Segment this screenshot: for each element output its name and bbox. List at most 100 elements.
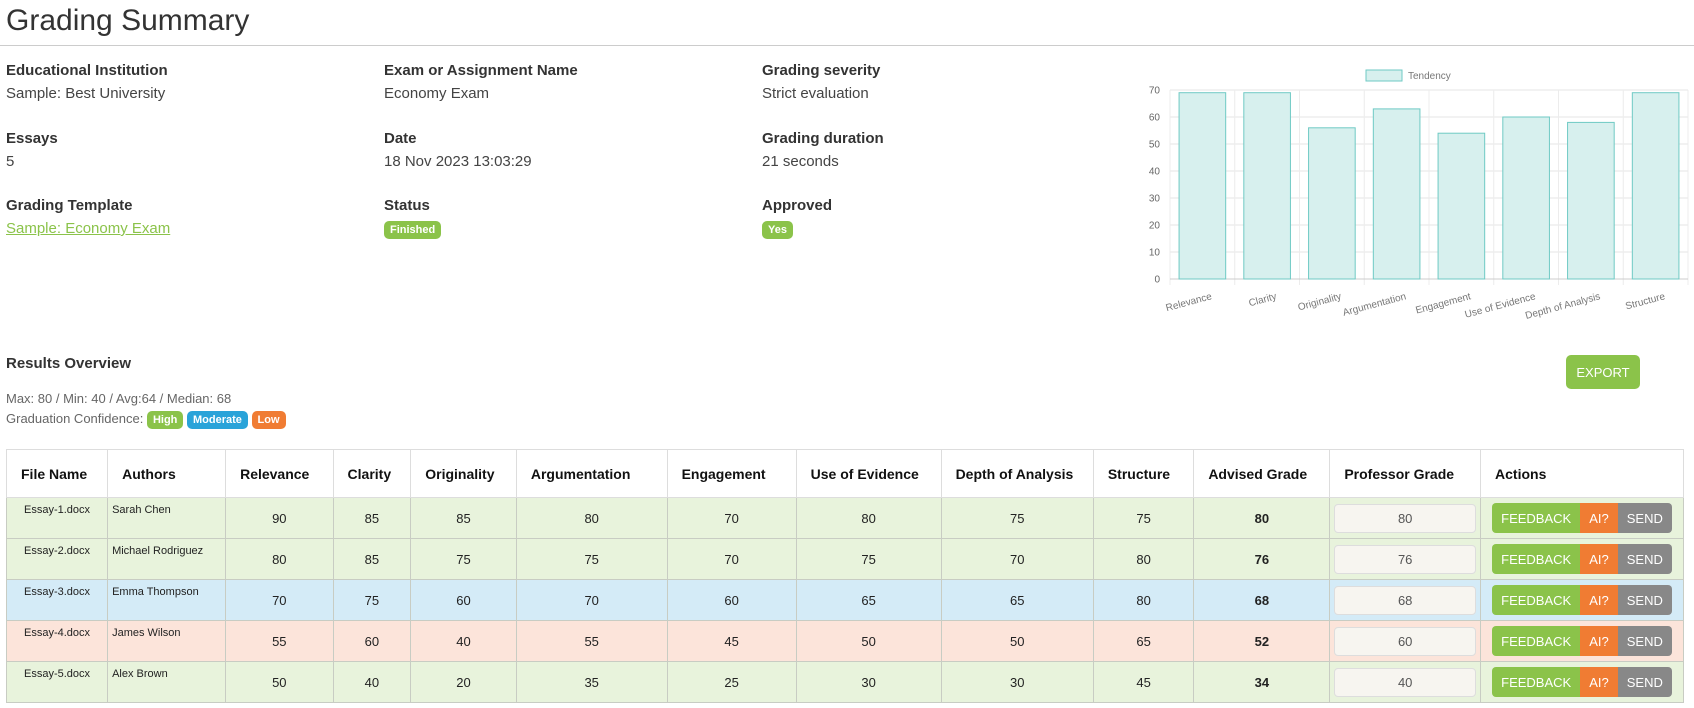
column-header: Structure bbox=[1092, 449, 1195, 498]
exam-label: Exam or Assignment Name bbox=[384, 62, 578, 79]
table-row: Essay-2.docx Michael Rodriguez 80 85 75 75 70 7… bbox=[5, 538, 1684, 580]
author-cell: James Wilson bbox=[107, 620, 227, 662]
column-header: Engagement bbox=[666, 449, 797, 498]
approved-badge: Yes bbox=[762, 221, 793, 239]
table-header-row: File Name Authors Relevance Clarity Original… bbox=[5, 449, 1684, 498]
feedback-button[interactable]: FEEDBACK bbox=[1492, 544, 1581, 574]
professor-grade-cell bbox=[1329, 497, 1482, 539]
advised-grade-cell: 80 bbox=[1193, 497, 1331, 539]
column-header: Originality bbox=[410, 449, 517, 498]
page-title: Grading Summary bbox=[6, 4, 250, 37]
score-cell: 70 bbox=[666, 538, 797, 580]
column-header: Use of Evidence bbox=[795, 449, 942, 498]
professor-grade-cell bbox=[1329, 620, 1482, 662]
table-row: Essay-3.docx Emma Thompson 70 75 60 70 60 65 65 8… bbox=[5, 579, 1684, 621]
actions-cell: FEEDBACK AI? SEND bbox=[1480, 497, 1684, 539]
duration-value: 21 seconds bbox=[762, 153, 839, 170]
ai-check-button[interactable]: AI? bbox=[1580, 544, 1618, 574]
x-tick-label: Clarity bbox=[1248, 291, 1278, 309]
score-cell: 80 bbox=[225, 538, 334, 580]
status-field: Status Finished bbox=[384, 197, 734, 239]
ai-check-button[interactable]: AI? bbox=[1580, 585, 1618, 615]
table-row: Essay-5.docx Alex Brown 50 40 20 35 25 30 30 45 34… bbox=[5, 661, 1684, 703]
ai-check-button[interactable]: AI? bbox=[1580, 503, 1618, 533]
bar-depth-of-analysis bbox=[1567, 121, 1615, 280]
feedback-button[interactable]: FEEDBACK bbox=[1492, 503, 1581, 533]
status-badge: Finished bbox=[384, 221, 442, 239]
professor-grade-cell bbox=[1329, 661, 1482, 703]
send-button[interactable]: SEND bbox=[1617, 626, 1672, 656]
score-cell: 65 bbox=[1092, 620, 1195, 662]
score-cell: 50 bbox=[795, 620, 942, 662]
score-cell: 60 bbox=[332, 620, 412, 662]
score-cell: 80 bbox=[1092, 538, 1195, 580]
status-label: Status bbox=[384, 197, 430, 214]
score-cell: 75 bbox=[940, 497, 1094, 539]
exam-value: Economy Exam bbox=[384, 85, 490, 102]
duration-field: Grading duration 21 seconds bbox=[762, 130, 1112, 170]
score-cell: 45 bbox=[666, 620, 797, 662]
score-cell: 85 bbox=[332, 538, 412, 580]
institution-value: Sample: Best University bbox=[6, 85, 166, 102]
professor-grade-input[interactable] bbox=[1334, 585, 1477, 615]
action-button-group: FEEDBACK AI? SEND bbox=[1492, 503, 1672, 533]
column-header: Actions bbox=[1480, 449, 1684, 498]
template-label: Grading Template bbox=[6, 197, 133, 214]
score-cell: 85 bbox=[410, 497, 517, 539]
date-label: Date bbox=[384, 130, 417, 147]
score-cell: 80 bbox=[795, 497, 942, 539]
y-tick-label: 60 bbox=[1149, 113, 1161, 124]
confidence-low-badge: Low bbox=[251, 411, 286, 429]
author-cell: Emma Thompson bbox=[107, 579, 227, 621]
professor-grade-cell bbox=[1329, 538, 1482, 580]
template-link[interactable]: Sample: Economy Exam bbox=[6, 220, 170, 237]
y-tick-label: 10 bbox=[1149, 248, 1161, 259]
feedback-button[interactable]: FEEDBACK bbox=[1492, 667, 1581, 697]
export-button[interactable]: EXPORT bbox=[1566, 355, 1640, 389]
score-cell: 80 bbox=[515, 497, 668, 539]
send-button[interactable]: SEND bbox=[1617, 544, 1672, 574]
essays-label: Essays bbox=[6, 130, 58, 147]
score-cell: 75 bbox=[515, 538, 668, 580]
ai-check-button[interactable]: AI? bbox=[1580, 626, 1618, 656]
score-cell: 40 bbox=[332, 661, 412, 703]
professor-grade-input[interactable] bbox=[1334, 503, 1477, 533]
severity-field: Grading severity Strict evaluation bbox=[762, 62, 1112, 102]
professor-grade-input[interactable] bbox=[1334, 667, 1477, 697]
send-button[interactable]: SEND bbox=[1617, 503, 1672, 533]
institution-label: Educational Institution bbox=[6, 62, 168, 79]
feedback-button[interactable]: FEEDBACK bbox=[1492, 626, 1581, 656]
send-button[interactable]: SEND bbox=[1617, 585, 1672, 615]
score-cell: 40 bbox=[410, 620, 517, 662]
bar-use-of-evidence bbox=[1502, 116, 1550, 280]
column-header: File Name bbox=[5, 449, 109, 498]
file-name-cell: Essay-2.docx bbox=[5, 538, 109, 580]
professor-grade-input[interactable] bbox=[1334, 626, 1477, 656]
bar-relevance bbox=[1178, 92, 1227, 280]
ai-check-button[interactable]: AI? bbox=[1580, 667, 1618, 697]
file-name-cell: Essay-3.docx bbox=[5, 579, 109, 621]
score-cell: 70 bbox=[225, 579, 334, 621]
send-button[interactable]: SEND bbox=[1617, 667, 1672, 697]
y-tick-label: 0 bbox=[1154, 275, 1160, 286]
action-button-group: FEEDBACK AI? SEND bbox=[1492, 626, 1672, 656]
bar-clarity bbox=[1243, 92, 1291, 280]
file-name-cell: Essay-4.docx bbox=[5, 620, 109, 662]
author-cell: Michael Rodriguez bbox=[107, 538, 227, 580]
professor-grade-input[interactable] bbox=[1334, 544, 1477, 574]
score-cell: 85 bbox=[332, 497, 412, 539]
date-field: Date 18 Nov 2023 13:03:29 bbox=[384, 130, 734, 170]
confidence-label: Graduation Confidence: bbox=[6, 411, 144, 426]
severity-value: Strict evaluation bbox=[762, 85, 869, 102]
duration-label: Grading duration bbox=[762, 130, 884, 147]
score-cell: 70 bbox=[666, 497, 797, 539]
score-cell: 20 bbox=[410, 661, 517, 703]
tendency-chart: Tendency 0 10 20 30 40 50 60 70 Relevance Clarity O… bbox=[1149, 69, 1689, 322]
x-tick-label: Argumentation bbox=[1342, 291, 1408, 318]
score-cell: 75 bbox=[795, 538, 942, 580]
y-tick-label: 40 bbox=[1149, 167, 1161, 178]
bar-originality bbox=[1308, 127, 1356, 280]
feedback-button[interactable]: FEEDBACK bbox=[1492, 585, 1581, 615]
score-cell: 55 bbox=[225, 620, 334, 662]
advised-grade-cell: 68 bbox=[1193, 579, 1331, 621]
